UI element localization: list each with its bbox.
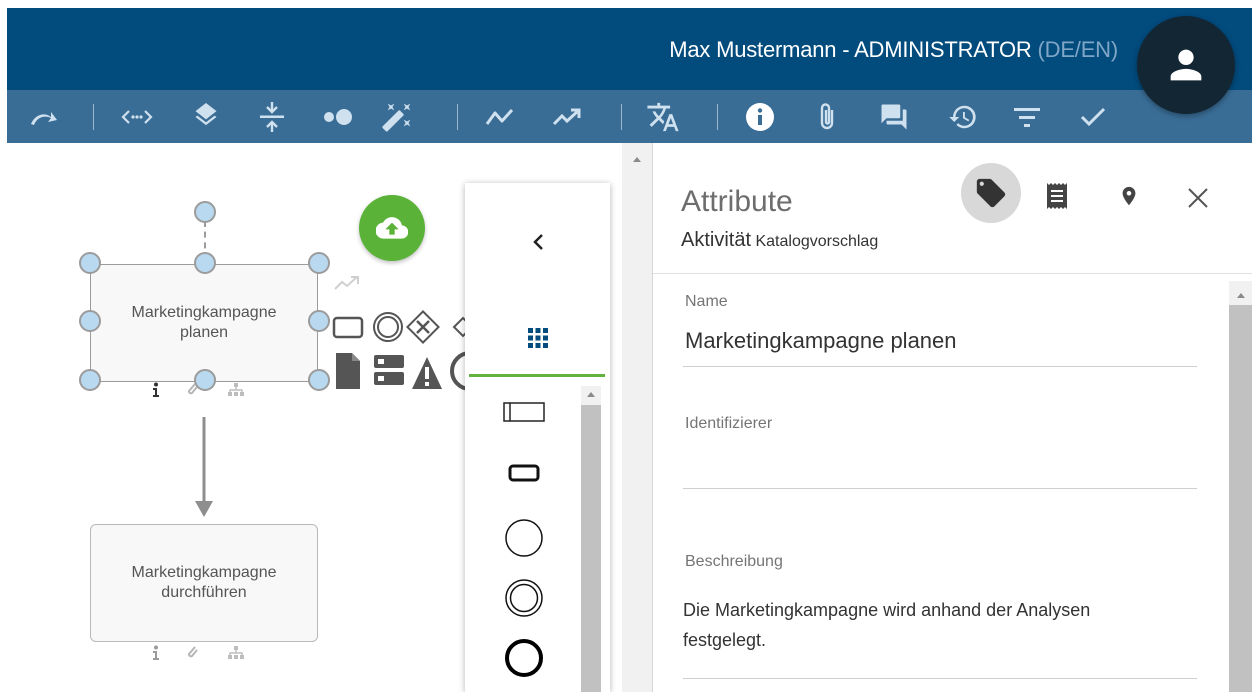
canvas-scrollbar[interactable] bbox=[622, 143, 652, 692]
sequence-flow-arrow[interactable] bbox=[192, 413, 216, 523]
resize-handle[interactable] bbox=[79, 310, 101, 332]
trending-icon[interactable] bbox=[549, 90, 585, 143]
language-switch[interactable]: (DE/EN) bbox=[1038, 37, 1119, 62]
magic-wand-icon[interactable] bbox=[379, 90, 415, 143]
name-field[interactable]: Marketingkampagne planen bbox=[685, 328, 957, 354]
filter-icon[interactable] bbox=[1009, 90, 1045, 143]
hierarchy-small-icon[interactable] bbox=[227, 383, 245, 397]
attachment-small-icon[interactable] bbox=[187, 382, 201, 398]
node-actions bbox=[151, 645, 245, 661]
resize-handle[interactable] bbox=[308, 369, 330, 391]
palette-tab-all[interactable] bbox=[465, 323, 610, 353]
cloud-upload-button[interactable] bbox=[359, 195, 425, 261]
panel-divider bbox=[653, 273, 1252, 274]
hierarchy-small-icon[interactable] bbox=[227, 646, 245, 660]
intermediate-event-icon bbox=[504, 579, 543, 617]
attributes-tab-button[interactable] bbox=[961, 163, 1021, 223]
main-toolbar bbox=[7, 90, 1252, 143]
description-field-underline bbox=[683, 678, 1197, 679]
name-field-underline bbox=[683, 366, 1197, 367]
close-icon bbox=[1188, 188, 1208, 208]
description-field[interactable]: Die Marketingkampagne wird anhand der An… bbox=[683, 595, 1153, 655]
attachment-icon[interactable] bbox=[812, 90, 842, 143]
user-info[interactable]: Max Mustermann - ADMINISTRATOR (DE/EN) bbox=[669, 37, 1118, 63]
active-tab-indicator bbox=[469, 374, 605, 377]
info-small-icon[interactable] bbox=[151, 382, 161, 398]
dots-icon[interactable] bbox=[319, 90, 355, 143]
history-icon[interactable] bbox=[943, 90, 983, 143]
resize-handle[interactable] bbox=[308, 310, 330, 332]
info-small-icon[interactable] bbox=[151, 645, 161, 661]
identifier-field[interactable] bbox=[685, 448, 1185, 478]
attribute-panel: Attribute Aktivität Katalogvorschlag Nam… bbox=[652, 143, 1252, 692]
rotation-handle[interactable] bbox=[194, 201, 216, 223]
quick-append-shapes[interactable] bbox=[332, 305, 472, 391]
shape-palette bbox=[465, 183, 610, 692]
check-icon[interactable] bbox=[1075, 90, 1111, 143]
line-chart-icon[interactable] bbox=[482, 90, 518, 143]
palette-intermediate-event[interactable] bbox=[451, 576, 596, 620]
redo-icon[interactable] bbox=[25, 90, 61, 143]
catalog-suggestion[interactable]: Katalogvorschlag bbox=[755, 233, 878, 250]
resize-handle[interactable] bbox=[79, 252, 101, 274]
node-label: Marketingkampagne planen bbox=[131, 304, 277, 341]
receipt-icon bbox=[1047, 183, 1067, 209]
close-panel-button[interactable] bbox=[1183, 183, 1213, 213]
panel-subtitle: Aktivität Katalogvorschlag bbox=[681, 229, 878, 252]
start-event-icon bbox=[504, 519, 543, 557]
cloud-upload-icon bbox=[376, 217, 408, 239]
layers-icon[interactable] bbox=[188, 90, 224, 143]
panel-title: Attribute bbox=[681, 185, 793, 218]
resize-handle[interactable] bbox=[79, 369, 101, 391]
comments-icon[interactable] bbox=[874, 90, 914, 143]
object-type: Aktivität bbox=[681, 229, 752, 251]
vertical-spacing-icon[interactable] bbox=[256, 90, 288, 143]
resize-handle[interactable] bbox=[194, 252, 216, 274]
quick-connector-icon[interactable] bbox=[333, 273, 361, 293]
collapse-palette-button[interactable] bbox=[465, 227, 610, 257]
node-actions bbox=[151, 382, 245, 398]
info-icon[interactable] bbox=[740, 90, 780, 143]
chevron-left-icon bbox=[532, 234, 543, 250]
identifier-label: Identifizierer bbox=[685, 415, 773, 432]
panel-scrollbar-thumb[interactable] bbox=[1229, 305, 1252, 692]
palette-lane-shape[interactable] bbox=[451, 397, 596, 427]
user-avatar-button[interactable] bbox=[1137, 16, 1235, 114]
horizontal-spacing-icon[interactable] bbox=[119, 90, 155, 143]
location-tab-button[interactable] bbox=[1114, 181, 1144, 211]
location-pin-icon bbox=[1122, 186, 1136, 206]
palette-task-shape[interactable] bbox=[451, 458, 596, 488]
end-event-icon bbox=[504, 639, 543, 677]
scroll-up-icon[interactable] bbox=[632, 155, 642, 163]
person-icon bbox=[1170, 49, 1202, 81]
activity-node[interactable]: Marketingkampagne durchführen bbox=[90, 524, 318, 642]
scroll-up-icon[interactable] bbox=[1236, 291, 1246, 299]
app-header: Max Mustermann - ADMINISTRATOR (DE/EN) bbox=[7, 8, 1252, 90]
user-name-role: Max Mustermann - ADMINISTRATOR bbox=[669, 37, 1032, 62]
identifier-field-underline bbox=[683, 488, 1197, 489]
description-label: Beschreibung bbox=[685, 553, 783, 570]
details-tab-button[interactable] bbox=[1042, 181, 1072, 211]
resize-handle[interactable] bbox=[308, 252, 330, 274]
name-label: Name bbox=[685, 293, 728, 310]
lane-shape-icon bbox=[502, 402, 545, 422]
attachment-small-icon[interactable] bbox=[187, 645, 201, 661]
task-shape-icon bbox=[508, 464, 539, 482]
grid-icon bbox=[527, 328, 548, 348]
node-label: Marketingkampagne durchführen bbox=[131, 564, 277, 601]
activity-node-selected[interactable]: Marketingkampagne planen bbox=[90, 264, 318, 382]
palette-start-event[interactable] bbox=[451, 516, 596, 560]
tag-icon bbox=[976, 178, 1006, 208]
translate-icon[interactable] bbox=[643, 90, 683, 143]
palette-end-event[interactable] bbox=[451, 636, 596, 680]
